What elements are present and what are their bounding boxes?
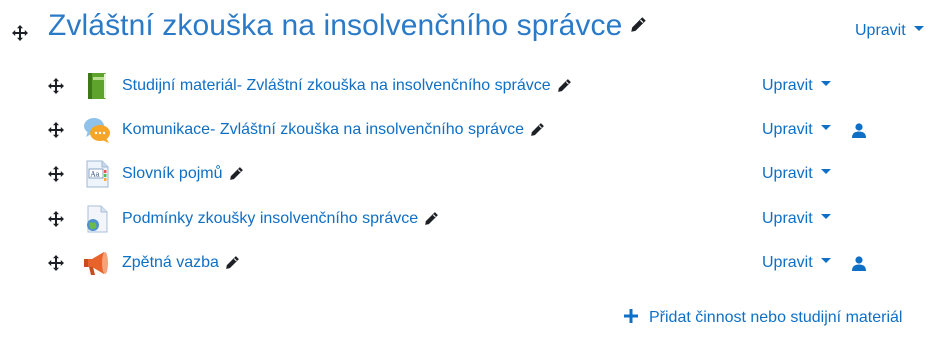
page-icon xyxy=(82,204,112,234)
activity-row: Aa Slovník pojmů Upravit xyxy=(0,156,943,196)
section-header: Zvláštní zkouška na insolvenčního správc… xyxy=(0,0,943,60)
activity-name: Zpětná vazba xyxy=(122,254,219,271)
edit-name-pencil-icon[interactable] xyxy=(225,255,240,270)
caret-down-icon xyxy=(820,125,831,131)
section-edit-menu[interactable]: Upravit xyxy=(855,22,924,40)
activity-link[interactable]: Studijní materiál- Zvláštní zkouška na i… xyxy=(122,77,572,95)
activity-link[interactable]: Komunikace- Zvláštní zkouška na insolven… xyxy=(122,121,545,139)
move-icon[interactable] xyxy=(48,166,64,182)
edit-name-pencil-icon[interactable] xyxy=(530,122,545,137)
glossary-icon: Aa xyxy=(82,159,112,189)
user-icon[interactable] xyxy=(852,123,866,138)
move-icon[interactable] xyxy=(48,78,64,94)
move-icon[interactable] xyxy=(48,211,64,227)
activity-name: Slovník pojmů xyxy=(122,165,223,182)
activity-edit-label: Upravit xyxy=(762,121,813,138)
activity-edit-menu[interactable]: Upravit xyxy=(762,165,831,183)
caret-down-icon xyxy=(820,258,831,264)
activity-link[interactable]: Podmínky zkoušky insolvenčního správce xyxy=(122,210,439,228)
feedback-icon xyxy=(82,248,112,278)
add-activity-button[interactable]: Přidat činnost nebo studijní materiál xyxy=(624,308,903,327)
section-edit-label: Upravit xyxy=(855,22,906,39)
activity-edit-menu[interactable]: Upravit xyxy=(762,210,831,228)
book-icon xyxy=(82,71,112,101)
section-title-text: Zvláštní zkouška na insolvenčního správc… xyxy=(48,9,623,42)
caret-down-icon xyxy=(820,214,831,220)
caret-down-icon xyxy=(820,169,831,175)
activity-edit-label: Upravit xyxy=(762,77,813,94)
plus-icon xyxy=(624,308,638,323)
move-icon[interactable] xyxy=(48,122,64,138)
move-icon[interactable] xyxy=(12,25,28,41)
activity-link[interactable]: Zpětná vazba xyxy=(122,254,240,272)
activity-row: Zpětná vazba Upravit xyxy=(0,245,943,285)
forum-icon xyxy=(82,115,112,145)
edit-title-pencil-icon[interactable] xyxy=(630,16,647,33)
activity-edit-label: Upravit xyxy=(762,210,813,227)
caret-down-icon xyxy=(913,26,924,32)
activity-edit-menu[interactable]: Upravit xyxy=(762,77,831,95)
section-title[interactable]: Zvláštní zkouška na insolvenčního správc… xyxy=(48,9,647,43)
activity-name: Podmínky zkoušky insolvenčního správce xyxy=(122,210,419,227)
activity-edit-label: Upravit xyxy=(762,165,813,182)
activity-link[interactable]: Slovník pojmů xyxy=(122,165,244,183)
activity-name: Studijní materiál- Zvláštní zkouška na i… xyxy=(122,77,551,94)
svg-text:Aa: Aa xyxy=(90,171,100,179)
activity-name: Komunikace- Zvláštní zkouška na insolven… xyxy=(122,121,524,138)
activity-row: Studijní materiál- Zvláštní zkouška na i… xyxy=(0,68,943,108)
activity-row: Podmínky zkoušky insolvenčního správce U… xyxy=(0,201,943,241)
activity-edit-menu[interactable]: Upravit xyxy=(762,254,831,272)
move-icon[interactable] xyxy=(48,255,64,271)
activity-edit-label: Upravit xyxy=(762,254,813,271)
activity-edit-menu[interactable]: Upravit xyxy=(762,121,831,139)
edit-name-pencil-icon[interactable] xyxy=(557,78,572,93)
edit-name-pencil-icon[interactable] xyxy=(229,166,244,181)
user-icon[interactable] xyxy=(852,256,866,271)
caret-down-icon xyxy=(820,81,831,87)
activity-row: Komunikace- Zvláštní zkouška na insolven… xyxy=(0,112,943,152)
edit-name-pencil-icon[interactable] xyxy=(424,211,439,226)
add-activity-label: Přidat činnost nebo studijní materiál xyxy=(649,309,903,326)
